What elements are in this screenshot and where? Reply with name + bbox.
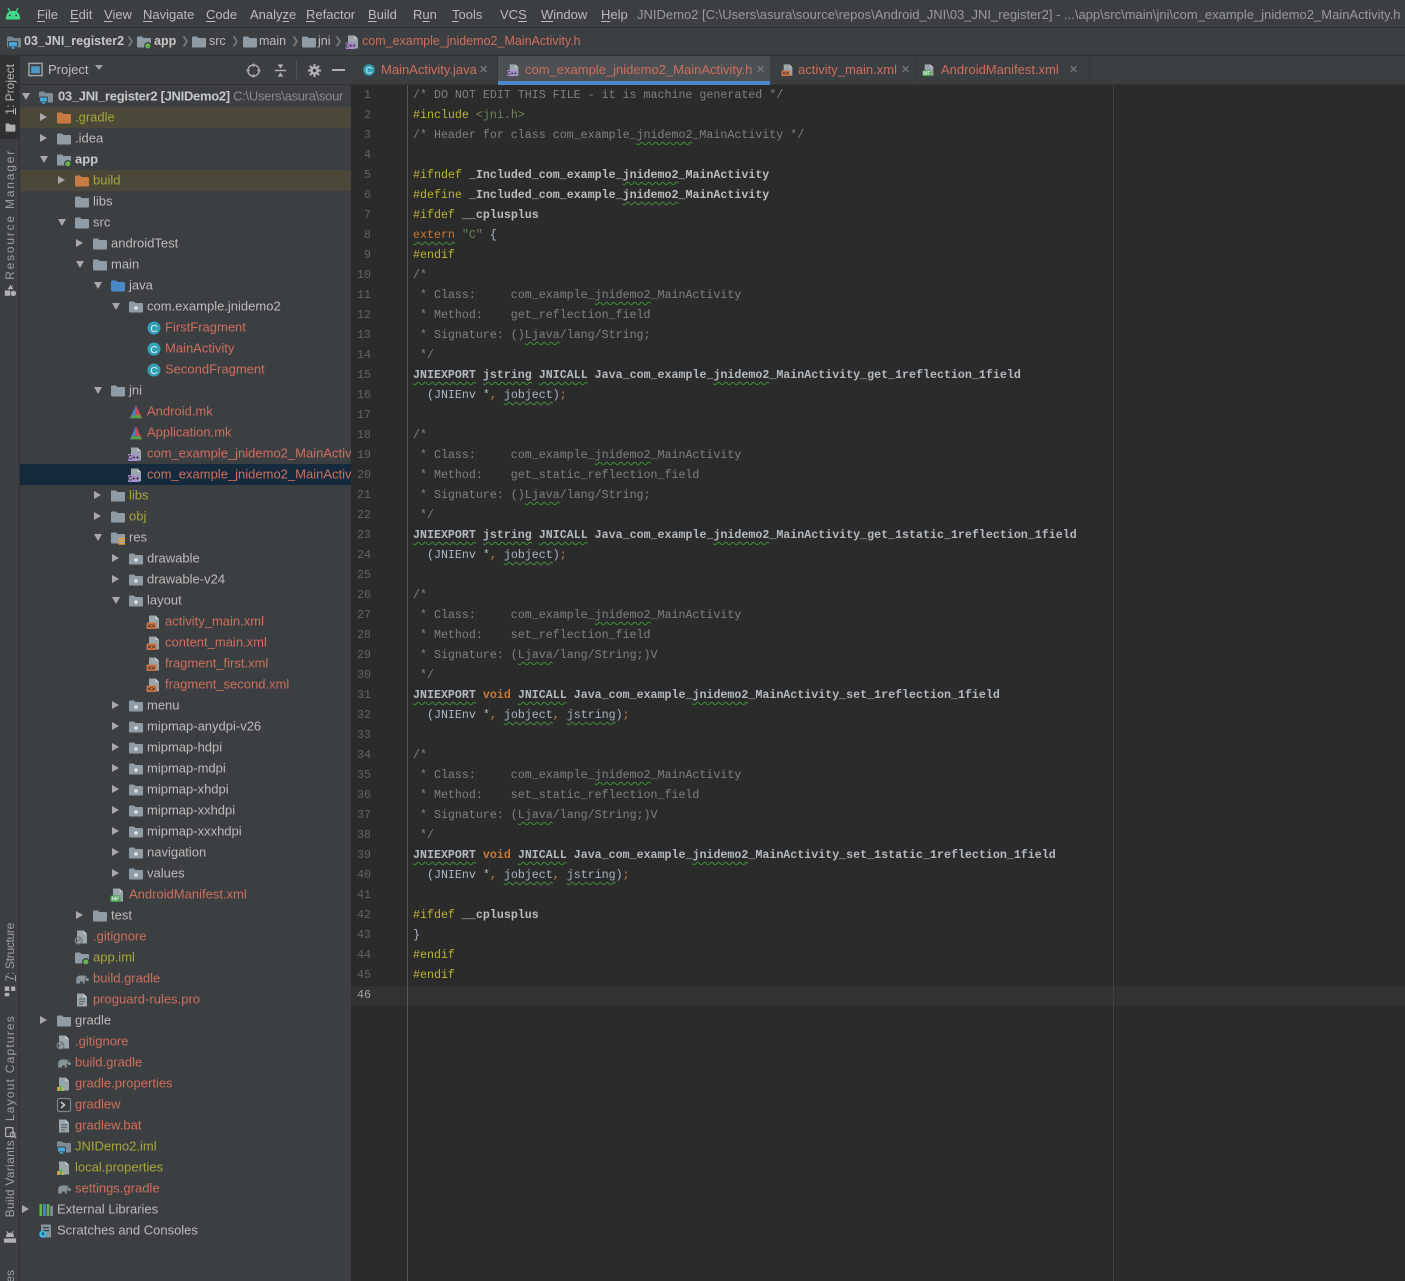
svg-text:C++: C++ (345, 44, 356, 50)
